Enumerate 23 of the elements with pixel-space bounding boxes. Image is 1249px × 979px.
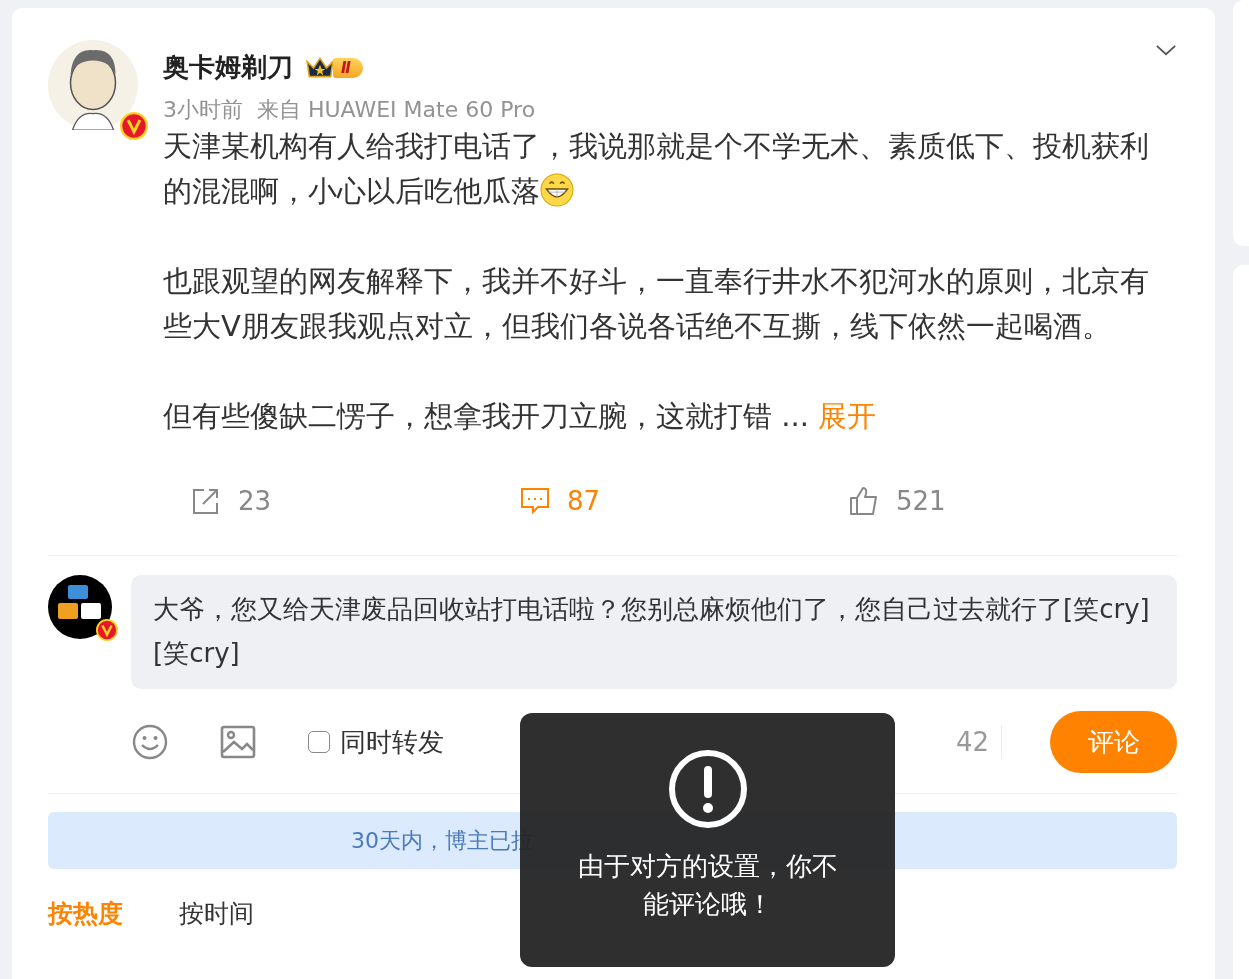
action-count: 87 — [567, 486, 601, 516]
action-count: 23 — [238, 486, 272, 516]
character-count: 42 — [955, 727, 989, 757]
smiley-icon[interactable] — [132, 724, 168, 760]
toast-message: 由于对方的设置，你不能评论哦！ — [576, 850, 839, 921]
action-count: 521 — [896, 486, 946, 516]
thumbs-up-icon[interactable] — [848, 485, 880, 517]
sort-tab[interactable]: 按时间 — [179, 897, 254, 930]
chevron-down-icon[interactable] — [1155, 44, 1177, 57]
repost-label[interactable]: 同时转发 — [340, 724, 444, 760]
image-icon[interactable] — [220, 724, 256, 760]
avatar-icon[interactable] — [48, 575, 112, 639]
post-meta: 3小时前 来自 HUAWEI Mate 60 Pro — [163, 96, 537, 124]
ellipsis: ... — [781, 399, 809, 433]
repost-checkbox[interactable] — [308, 731, 330, 753]
level-badge: Ⅱ — [333, 57, 363, 78]
comment-icon[interactable] — [519, 485, 551, 517]
post-text: 但有些傻缺二愣子，想拿我开刀立腕，这就打错 ... 展开 — [163, 398, 878, 435]
exclamation-icon — [667, 749, 748, 829]
author-name[interactable]: 奥卡姆剃刀 — [163, 50, 293, 85]
post-text: 天津某机构有人给我打电话了，我说那就是个不学无术、素质低下、投机获利的混混啊，小心以后吃他瓜落 — [163, 128, 1150, 210]
comment-field[interactable]: 大爷，您又给天津废品回收站打电话啦？您别总麻烦他们了，您自己过去就行了[笑cry][笑cry] — [131, 575, 1177, 689]
post-text: 也跟观望的网友解释下，我并不好斗，一直奉行井水不犯河水的原则，北京有些大V朋友跟我观点对立，但我们各说各话绝不互撕，线下依然一起喝酒。 — [163, 263, 1150, 345]
